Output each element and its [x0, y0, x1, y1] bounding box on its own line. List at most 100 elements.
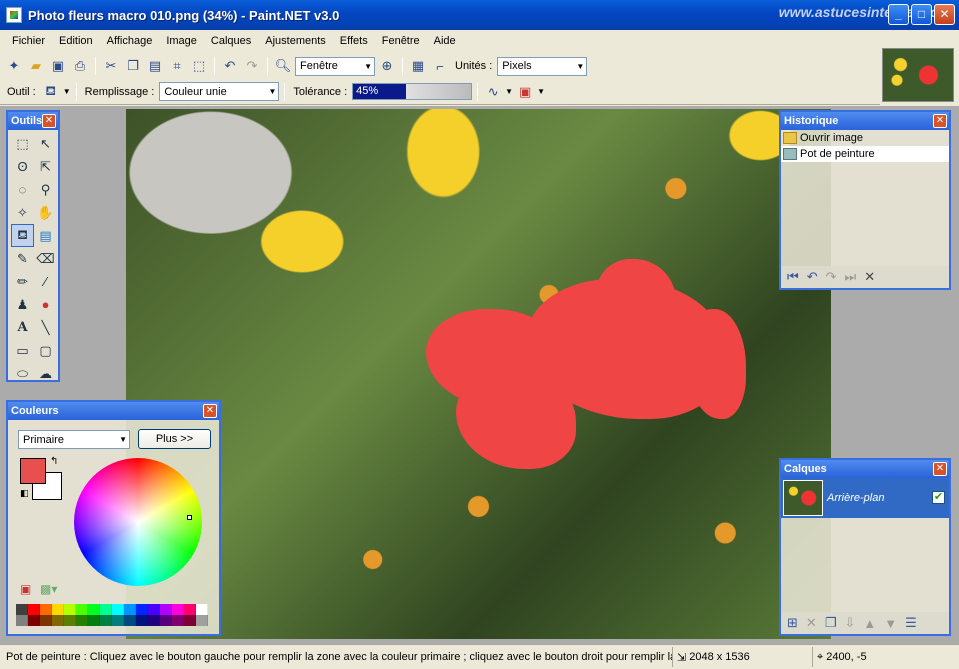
blend-mode-icon[interactable]: ▣: [515, 82, 535, 102]
lasso-select-icon[interactable]: ʘ: [11, 155, 34, 178]
more-colors-button[interactable]: Plus >>: [138, 429, 211, 449]
redo-icon[interactable]: ↷: [242, 56, 262, 76]
tools-panel-close-icon[interactable]: ✕: [42, 114, 56, 128]
layer-visibility-checkbox[interactable]: ✔: [932, 491, 945, 504]
palette-swatch[interactable]: [100, 604, 112, 615]
palette-swatch[interactable]: [28, 604, 40, 615]
menu-aide[interactable]: Aide: [427, 35, 463, 47]
palette-swatch[interactable]: [160, 604, 172, 615]
palette-swatch[interactable]: [148, 615, 160, 626]
chevron-down-icon[interactable]: ▼: [537, 87, 545, 96]
recolor-icon[interactable]: ●: [34, 293, 57, 316]
palette-swatch[interactable]: [112, 615, 124, 626]
palette-swatch[interactable]: [136, 604, 148, 615]
rounded-rectangle-icon[interactable]: ▢: [34, 339, 57, 362]
palette-swatch[interactable]: [40, 615, 52, 626]
menu-edition[interactable]: Edition: [52, 35, 100, 47]
menu-affichage[interactable]: Affichage: [100, 35, 160, 47]
pan-icon[interactable]: ✋: [34, 201, 57, 224]
paintbrush-icon[interactable]: ✎: [11, 247, 34, 270]
paint-bucket-icon[interactable]: ⛾: [41, 82, 61, 102]
menu-fenetre[interactable]: Fenêtre: [375, 35, 427, 47]
menu-effets[interactable]: Effets: [333, 35, 375, 47]
palette-swatch[interactable]: [196, 615, 208, 626]
palette-swatch[interactable]: [160, 615, 172, 626]
rectangle-icon[interactable]: ▭: [11, 339, 34, 362]
history-item-paint-bucket[interactable]: Pot de peinture: [781, 146, 949, 162]
palette-swatch[interactable]: [184, 615, 196, 626]
swap-colors-icon[interactable]: ↰: [50, 456, 58, 467]
move-selection-icon[interactable]: ⇱: [34, 155, 57, 178]
history-item-open[interactable]: Ouvrir image: [781, 130, 949, 146]
palette-swatch[interactable]: [28, 615, 40, 626]
pencil-icon[interactable]: ✏: [11, 270, 34, 293]
rewind-icon[interactable]: ⏮: [787, 269, 799, 285]
palette-swatch[interactable]: [112, 604, 124, 615]
palette-swatch[interactable]: [64, 615, 76, 626]
eraser-icon[interactable]: ⌫: [34, 247, 57, 270]
palette-swatch[interactable]: [196, 604, 208, 615]
palette-swatch[interactable]: [100, 615, 112, 626]
deselect-icon[interactable]: ⬚: [189, 56, 209, 76]
palette-swatch[interactable]: [16, 604, 28, 615]
redo-icon[interactable]: ↷: [826, 269, 837, 285]
paintnet-app-icon[interactable]: [6, 7, 22, 23]
menu-ajustements[interactable]: Ajustements: [258, 35, 333, 47]
delete-history-icon[interactable]: ✕: [864, 269, 875, 285]
zoom-combo[interactable]: Fenêtre ▼: [295, 56, 375, 76]
crop-icon[interactable]: ⌗: [167, 56, 187, 76]
chevron-down-icon[interactable]: ▼: [63, 87, 71, 96]
palette-swatch[interactable]: [124, 615, 136, 626]
units-combo[interactable]: Pixels ▼: [497, 56, 588, 76]
palette-swatch[interactable]: [184, 604, 196, 615]
menu-calques[interactable]: Calques: [204, 35, 258, 47]
freeform-shape-icon[interactable]: ☁: [34, 362, 57, 385]
palette-swatch[interactable]: [64, 604, 76, 615]
palette-swatch[interactable]: [52, 615, 64, 626]
text-icon[interactable]: A: [11, 316, 34, 339]
image-thumbnail[interactable]: [882, 48, 954, 102]
layer-properties-icon[interactable]: ☰: [905, 615, 917, 631]
magic-wand-icon[interactable]: ✧: [11, 201, 34, 224]
move-layer-up-icon[interactable]: ▲: [863, 616, 876, 631]
palette-swatch[interactable]: [52, 604, 64, 615]
zoom-out-icon[interactable]: 🔍︎: [273, 56, 293, 76]
palette-swatch[interactable]: [88, 615, 100, 626]
undo-icon[interactable]: ↶: [807, 269, 818, 285]
ruler-icon[interactable]: ⌐: [430, 56, 450, 76]
close-button[interactable]: ✕: [934, 4, 955, 25]
color-palette[interactable]: [16, 604, 208, 626]
layer-row-background[interactable]: Arrière-plan ✔: [781, 478, 949, 518]
delete-layer-icon[interactable]: ✕: [806, 615, 817, 631]
palette-swatch[interactable]: [76, 604, 88, 615]
reset-colors-icon[interactable]: ◧: [20, 488, 29, 499]
ellipse-select-icon[interactable]: ◌: [11, 178, 34, 201]
undo-icon[interactable]: ↶: [220, 56, 240, 76]
palette-swatch[interactable]: [172, 615, 184, 626]
antialiasing-icon[interactable]: ∿: [483, 82, 503, 102]
tolerance-slider[interactable]: 45%: [352, 83, 473, 100]
copy-icon[interactable]: ❐: [123, 56, 143, 76]
color-wheel-cursor[interactable]: [187, 515, 192, 520]
color-picker-icon[interactable]: ⁄: [34, 270, 57, 293]
rectangle-select-icon[interactable]: ⬚: [11, 132, 34, 155]
cut-icon[interactable]: ✂: [101, 56, 121, 76]
palette-swatch[interactable]: [124, 604, 136, 615]
primary-color-swatch[interactable]: [20, 458, 46, 484]
ellipse-icon[interactable]: ⬭: [11, 362, 34, 385]
palette-menu-icon[interactable]: ▩▾: [40, 582, 57, 596]
gradient-icon[interactable]: ▤: [34, 224, 57, 247]
minimize-button[interactable]: _: [888, 4, 909, 25]
palette-swatch[interactable]: [148, 604, 160, 615]
add-color-icon[interactable]: ▣: [20, 582, 31, 596]
clone-stamp-icon[interactable]: ♟: [11, 293, 34, 316]
zoom-icon[interactable]: ⚲: [34, 178, 57, 201]
color-wheel[interactable]: [74, 458, 202, 586]
zoom-in-icon[interactable]: ⊕: [377, 56, 397, 76]
menu-fichier[interactable]: Fichier: [5, 35, 52, 47]
fast-forward-icon[interactable]: ⏭: [845, 269, 857, 285]
chevron-down-icon[interactable]: ▼: [505, 87, 513, 96]
palette-swatch[interactable]: [172, 604, 184, 615]
move-layer-down-icon[interactable]: ▼: [884, 616, 897, 631]
duplicate-layer-icon[interactable]: ❐: [825, 615, 837, 631]
